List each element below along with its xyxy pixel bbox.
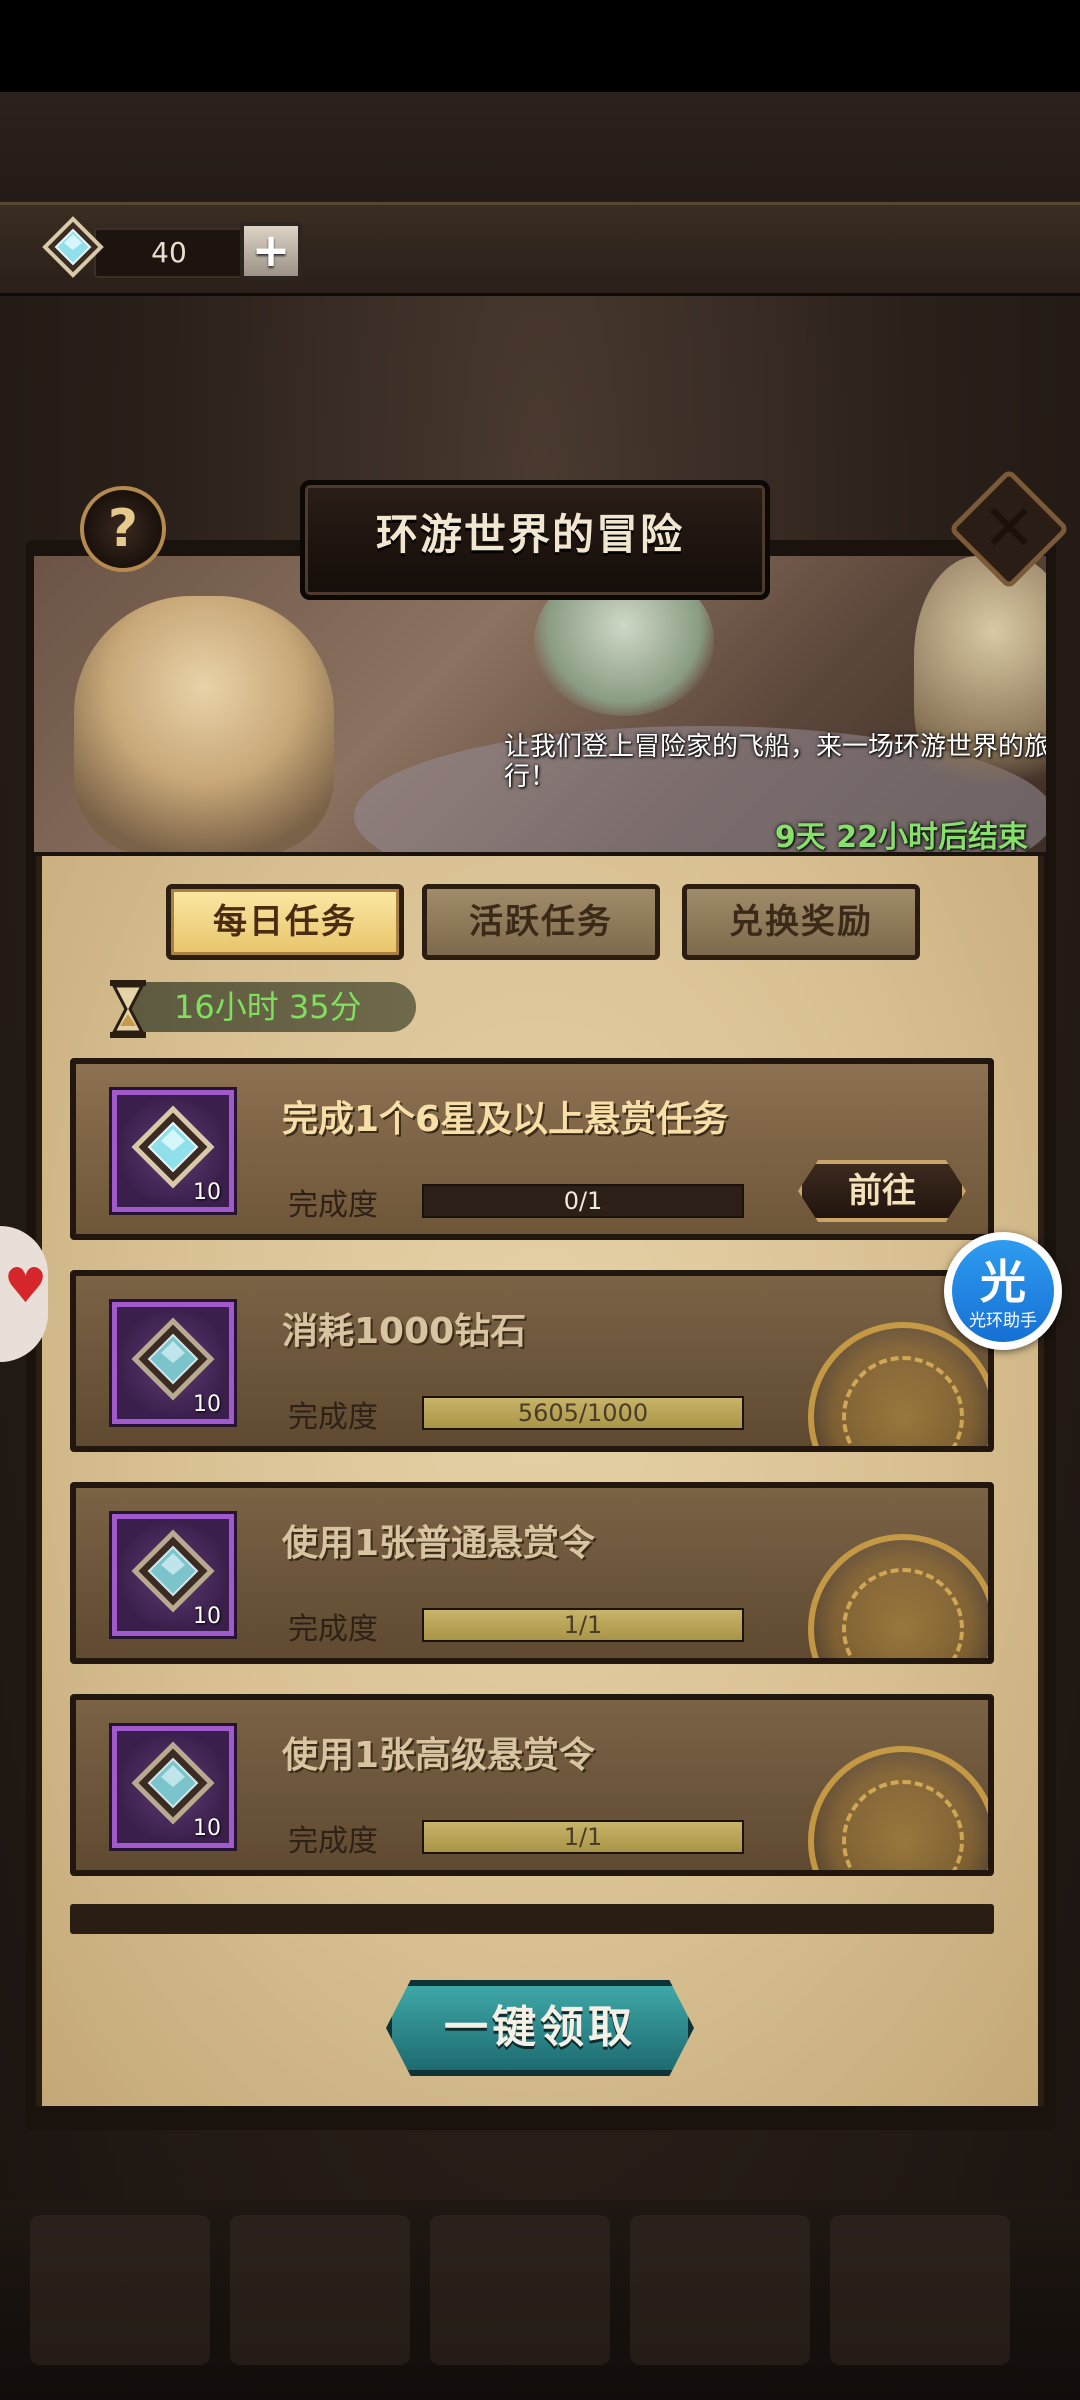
help-button[interactable]: ? (80, 486, 166, 572)
reward-item[interactable]: 10 (112, 1514, 234, 1636)
reward-item[interactable]: 10 (112, 1726, 234, 1848)
reward-count: 10 (193, 1816, 221, 1841)
diamond-count: 40 (94, 228, 244, 278)
diamond-gem-icon (131, 1741, 215, 1825)
close-icon[interactable]: ✕ (966, 486, 1052, 572)
diamond-gem-icon (131, 1317, 215, 1401)
progress-value: 5605/1000 (517, 1399, 649, 1427)
task-card-partial (70, 1904, 994, 1934)
progress-value: 0/1 (563, 1187, 603, 1215)
helper-logo-icon: 光 (980, 1255, 1026, 1309)
status-bar (0, 0, 1080, 92)
bottom-nav-slot[interactable] (430, 2215, 610, 2365)
claimed-stamp-icon (808, 1534, 988, 1658)
claimed-stamp-icon (808, 1322, 988, 1446)
diamond-gem-icon (131, 1529, 215, 1613)
reward-count: 10 (193, 1604, 221, 1629)
helper-assistant-button[interactable]: 光 光环助手 (944, 1232, 1062, 1350)
helper-badge: 光 光环助手 (952, 1240, 1054, 1342)
tab-daily-tasks[interactable]: 每日任务 (166, 884, 404, 960)
stamp-ring (842, 1356, 964, 1446)
stamp-ring (842, 1780, 964, 1870)
reward-count: 10 (193, 1180, 221, 1205)
event-countdown: 9天 22小时后结束 (774, 820, 1028, 852)
progress-label: 完成度 (288, 1612, 378, 1647)
go-button[interactable]: 前往 (798, 1160, 966, 1222)
reward-count: 10 (193, 1392, 221, 1417)
banner-illustration-character (74, 596, 334, 852)
bottom-nav-slot[interactable] (230, 2215, 410, 2365)
progress-label: 完成度 (288, 1824, 378, 1859)
tab-exchange-rewards[interactable]: 兑换奖励 (682, 884, 920, 960)
diamond-gem-icon (131, 1105, 215, 1189)
event-banner: 让我们登上冒险家的飞船，来一场环游世界的旅行！ 9天 22小时后结束 (34, 556, 1046, 852)
reward-item[interactable]: 10 (112, 1302, 234, 1424)
event-description: 让我们登上冒险家的飞船，来一场环游世界的旅行！ (504, 732, 1046, 792)
claim-all-button[interactable]: 一键领取 (386, 1980, 694, 2076)
progress-value: 1/1 (563, 1611, 603, 1639)
progress-label: 完成度 (288, 1400, 378, 1435)
helper-label: 光环助手 (969, 1311, 1037, 1331)
event-title: 环游世界的冒险 (375, 510, 684, 559)
progress-value: 1/1 (563, 1823, 603, 1851)
task-title: 消耗1000钻石 (282, 1311, 527, 1352)
refresh-timer: 16小时 35分 (174, 988, 362, 1026)
top-header-area (0, 92, 1080, 202)
task-title: 使用1张普通悬赏令 (282, 1523, 596, 1564)
add-currency-button[interactable]: + (240, 222, 302, 280)
bottom-nav-slot[interactable] (830, 2215, 1010, 2365)
diamond-gem-icon (42, 216, 104, 278)
bottom-nav-slot[interactable] (30, 2215, 210, 2365)
task-title: 使用1张高级悬赏令 (282, 1735, 596, 1776)
claimed-stamp-icon (808, 1746, 988, 1870)
task-title: 完成1个6星及以上悬赏任务 (282, 1099, 729, 1140)
tab-active-tasks[interactable]: 活跃任务 (422, 884, 660, 960)
reward-item[interactable]: 10 (112, 1090, 234, 1212)
bottom-nav-slot[interactable] (630, 2215, 810, 2365)
stamp-ring (842, 1568, 964, 1658)
hourglass-icon (110, 980, 146, 1038)
progress-label: 完成度 (288, 1188, 378, 1223)
heart-icon[interactable]: ♥ (4, 1258, 47, 1314)
